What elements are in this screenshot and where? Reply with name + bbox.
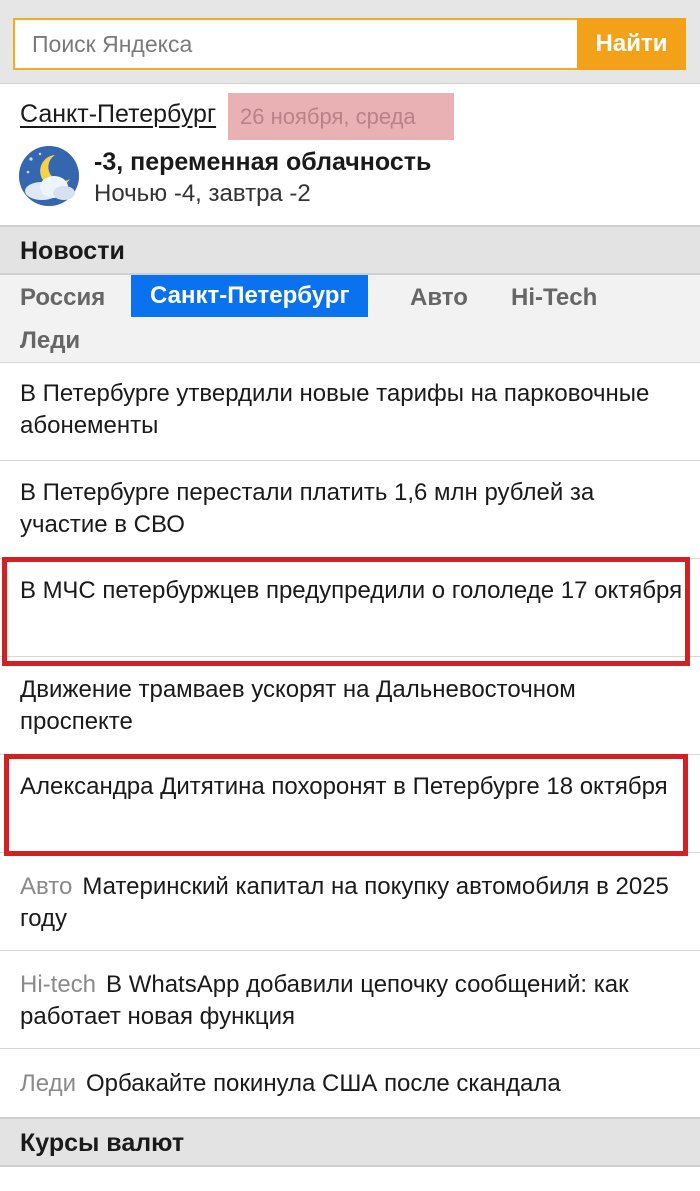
rates-section-title: Курсы валют — [20, 1129, 185, 1157]
news-item[interactable]: Движение трамваев ускорят на Дальневосто… — [0, 657, 700, 755]
tab-auto[interactable]: Авто — [410, 277, 468, 319]
tab-russia[interactable]: Россия — [20, 277, 105, 319]
search-button[interactable]: Найти — [577, 18, 686, 70]
news-section-title: Новости — [20, 237, 125, 265]
news-headline[interactable]: В МЧС петербуржцев предупредили о гололе… — [20, 575, 685, 607]
news-headline[interactable]: Авто Материнский капитал на покупку автом… — [20, 871, 685, 935]
news-item[interactable]: Александра Дитятина похоронят в Петербур… — [0, 755, 700, 853]
news-headline[interactable]: Александра Дитятина похоронят в Петербур… — [20, 771, 685, 803]
news-item[interactable]: В Петербурге перестали платить 1,6 млн р… — [0, 461, 700, 559]
news-item[interactable]: В Петербурге утвердили новые тарифы на п… — [0, 363, 700, 461]
news-headline[interactable]: Леди Орбакайте покинула США после скандал… — [20, 1068, 685, 1100]
current-weather: -3, переменная облачность — [94, 148, 432, 176]
news-category-tag: Леди — [20, 1070, 76, 1097]
news-headline[interactable]: Движение трамваев ускорят на Дальневосто… — [20, 674, 685, 738]
page-bottom — [0, 1167, 700, 1191]
tab-hi-tech[interactable]: Hi-Tech — [511, 277, 597, 319]
news-headline-text[interactable]: В WhatsApp добавили цепочку сообщений: к… — [20, 971, 629, 1030]
news-headline-text[interactable]: Орбакайте покинула США после скандала — [86, 1070, 561, 1097]
news-item[interactable]: Леди Орбакайте покинула США после скандал… — [0, 1049, 700, 1117]
night-partly-cloudy-icon — [19, 146, 79, 206]
city-link[interactable]: Санкт-Петербург — [20, 100, 216, 129]
rates-section-header: Курсы валют — [0, 1117, 700, 1167]
weather-forecast: Ночью -4, завтра -2 — [94, 180, 311, 207]
tab-ladies[interactable]: Леди — [20, 320, 80, 362]
news-section-header: Новости — [0, 225, 700, 275]
news-headline[interactable]: В Петербурге перестали платить 1,6 млн р… — [20, 477, 685, 541]
news-headline-text[interactable]: Материнский капитал на покупку автомобил… — [20, 873, 669, 932]
search-input[interactable] — [13, 18, 578, 70]
news-item[interactable]: Hi-tech В WhatsApp добавили цепочку сообщ… — [0, 951, 700, 1049]
news-tabs: Россия Санкт-Петербург Авто Hi-Tech Леди — [0, 275, 700, 363]
search-bar: Найти — [0, 0, 700, 84]
news-headline[interactable]: В Петербурге утвердили новые тарифы на п… — [20, 378, 685, 442]
news-category-tag: Hi-tech — [20, 971, 97, 998]
news-category-tag: Авто — [20, 873, 73, 900]
news-item[interactable]: В МЧС петербуржцев предупредили о гололе… — [0, 559, 700, 657]
news-headline[interactable]: Hi-tech В WhatsApp добавили цепочку сообщ… — [20, 969, 685, 1033]
date-label: 26 ноября, среда — [228, 93, 454, 140]
tab-saint-petersburg[interactable]: Санкт-Петербург — [131, 275, 369, 317]
news-item[interactable]: Авто Материнский капитал на покупку автом… — [0, 853, 700, 951]
